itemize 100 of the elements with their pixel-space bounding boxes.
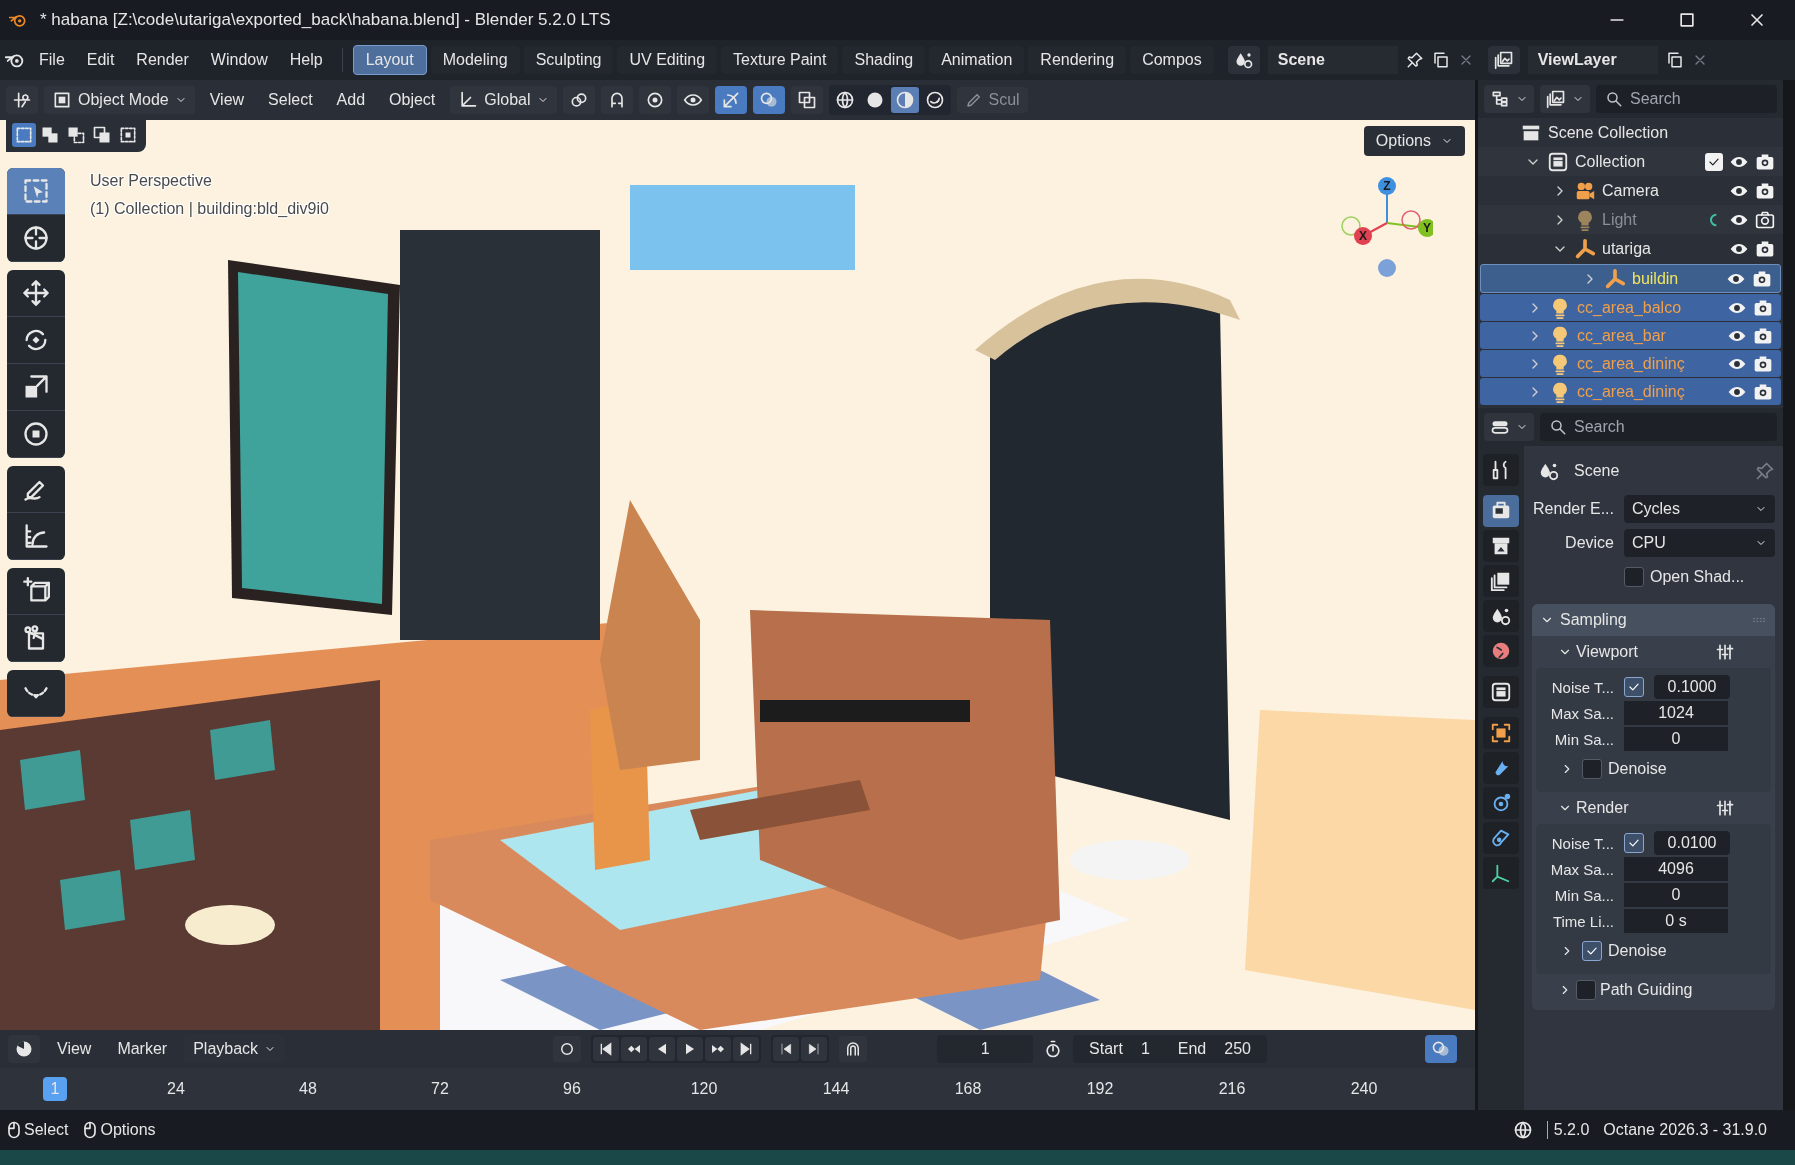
display-mode-dropdown[interactable] — [1484, 85, 1534, 113]
xray-toggle[interactable] — [790, 86, 823, 114]
presets-icon[interactable] — [1715, 798, 1735, 818]
outliner-row[interactable]: utariga — [1478, 234, 1783, 263]
mode-dropdown[interactable]: Object Mode — [44, 86, 195, 114]
workspace-tab[interactable]: UV Editing — [617, 46, 718, 74]
object-icon[interactable] — [1490, 722, 1512, 744]
world-icon[interactable] — [1490, 640, 1512, 662]
select-box-tool[interactable] — [7, 168, 65, 215]
workspace-tab[interactable]: Layout — [352, 45, 427, 75]
collection-tab[interactable] — [1483, 676, 1519, 708]
presets-icon[interactable] — [1715, 642, 1735, 662]
outliner-row[interactable]: Collection — [1478, 147, 1783, 176]
search-field[interactable]: Search — [1596, 85, 1777, 113]
overlay-toggle[interactable] — [752, 86, 785, 114]
gizmo-toggle[interactable] — [714, 86, 747, 114]
checkbox[interactable] — [1576, 980, 1596, 1000]
tool-tab[interactable] — [1483, 454, 1519, 486]
next-keyframe-button[interactable] — [705, 1037, 732, 1061]
sculpt-button[interactable]: Scul — [956, 87, 1028, 113]
duplicate-icon[interactable] — [1431, 51, 1450, 69]
move-tool-icon[interactable] — [22, 279, 50, 307]
constraint-tab[interactable] — [1483, 822, 1519, 854]
output-tab[interactable] — [1483, 530, 1519, 562]
data-tab[interactable] — [1483, 857, 1519, 889]
menu-item[interactable]: Render — [127, 46, 198, 74]
orientation-dropdown[interactable]: Global — [450, 86, 557, 114]
data-icon[interactable] — [1490, 862, 1512, 884]
clock-icon[interactable] — [14, 1039, 34, 1059]
checkbox[interactable] — [1624, 567, 1644, 587]
pivot-point-button[interactable] — [562, 86, 595, 114]
previous-frame-button[interactable] — [773, 1037, 800, 1061]
image-stack-icon[interactable] — [1546, 89, 1566, 109]
number-field[interactable]: 0.0100 — [1654, 831, 1730, 855]
search-field[interactable]: Search — [1540, 413, 1777, 441]
output-icon[interactable] — [1490, 535, 1512, 557]
maximize-icon[interactable] — [1677, 10, 1697, 30]
navigation-gizmo[interactable]: Z X Y — [1333, 168, 1433, 288]
workspace-tab[interactable]: Shading — [842, 46, 926, 74]
view-layer-name-field[interactable]: ViewLayer — [1527, 46, 1658, 74]
globe-icon[interactable] — [1512, 1120, 1533, 1140]
menu-item[interactable]: File — [30, 46, 74, 74]
proportional-toggle[interactable] — [638, 86, 671, 114]
scene-tab[interactable] — [1483, 600, 1519, 632]
axes-icon[interactable] — [458, 90, 479, 110]
next-frame-button[interactable] — [801, 1037, 828, 1061]
cursor-tool-icon[interactable] — [22, 224, 50, 252]
hierarchy-icon[interactable] — [1490, 89, 1510, 109]
start-frame-field[interactable]: 1 — [1140, 1040, 1150, 1058]
workspace-tab[interactable]: Modeling — [430, 46, 520, 74]
menu-item[interactable]: Marker — [108, 1035, 177, 1063]
visibility-toggle[interactable] — [676, 86, 709, 114]
subpanel-title[interactable]: Viewport — [1576, 643, 1638, 661]
menu-item[interactable]: Edit — [77, 46, 124, 74]
number-field[interactable]: 4096 — [1624, 857, 1728, 881]
menu-item[interactable]: Select — [259, 86, 322, 114]
filter-dropdown[interactable] — [1540, 85, 1590, 113]
view-layer-tab[interactable] — [1483, 565, 1519, 597]
constraint-icon[interactable] — [1490, 827, 1512, 849]
duplicate-icon[interactable] — [1665, 51, 1684, 69]
editor-type-icon[interactable] — [12, 90, 32, 110]
view-layer-browse-button[interactable] — [1487, 46, 1520, 74]
number-field[interactable]: 0 s — [1624, 909, 1728, 933]
transform-tool-icon[interactable] — [22, 420, 50, 448]
world-tab[interactable] — [1483, 635, 1519, 667]
modifier-tab[interactable] — [1483, 752, 1519, 784]
menu-item[interactable]: View — [48, 1035, 101, 1063]
scene-name-field[interactable]: Scene — [1267, 46, 1398, 74]
image-stack-icon[interactable] — [1493, 50, 1514, 70]
jump-end-button[interactable] — [733, 1037, 760, 1061]
add-cube-tool-icon[interactable] — [22, 577, 50, 605]
snapping-button[interactable] — [839, 1036, 868, 1062]
xray-icon[interactable] — [796, 90, 817, 110]
current-frame-field[interactable]: 1 — [937, 1035, 1034, 1063]
menu-item[interactable]: Add — [327, 86, 375, 114]
dropdown-field[interactable]: CPU — [1624, 529, 1775, 557]
workspace-tab[interactable]: Animation — [929, 46, 1025, 74]
number-field[interactable]: 1024 — [1624, 701, 1728, 725]
menu-item[interactable]: View — [200, 86, 254, 114]
previous-keyframe-button[interactable] — [621, 1037, 648, 1061]
checkbox[interactable] — [1582, 759, 1602, 779]
workspace-tab[interactable]: Compos — [1130, 46, 1214, 74]
menu-item[interactable]: Object — [380, 86, 445, 114]
panel-header[interactable]: Sampling — [1532, 604, 1775, 636]
outliner-row[interactable]: Light — [1478, 205, 1783, 234]
scene-browse-button[interactable] — [1227, 46, 1260, 74]
workspace-tab[interactable]: Texture Paint — [721, 46, 839, 74]
options-dropdown[interactable]: Options — [1363, 126, 1465, 156]
play-reverse-button[interactable] — [649, 1037, 676, 1061]
dropdown-field[interactable]: Cycles — [1624, 495, 1775, 523]
editor-type-button[interactable] — [6, 86, 38, 114]
subpanel-title[interactable]: Path Guiding — [1600, 981, 1693, 999]
brush-icon[interactable] — [964, 91, 983, 109]
collection-icon[interactable] — [1490, 681, 1512, 703]
editor-type-button[interactable] — [8, 1035, 40, 1063]
subpanel-title[interactable]: Denoise — [1608, 942, 1667, 960]
number-field[interactable]: 0 — [1624, 727, 1728, 751]
subpanel-title[interactable]: Render — [1576, 799, 1629, 817]
end-frame-field[interactable]: 250 — [1224, 1040, 1251, 1058]
play-button[interactable] — [677, 1037, 704, 1061]
